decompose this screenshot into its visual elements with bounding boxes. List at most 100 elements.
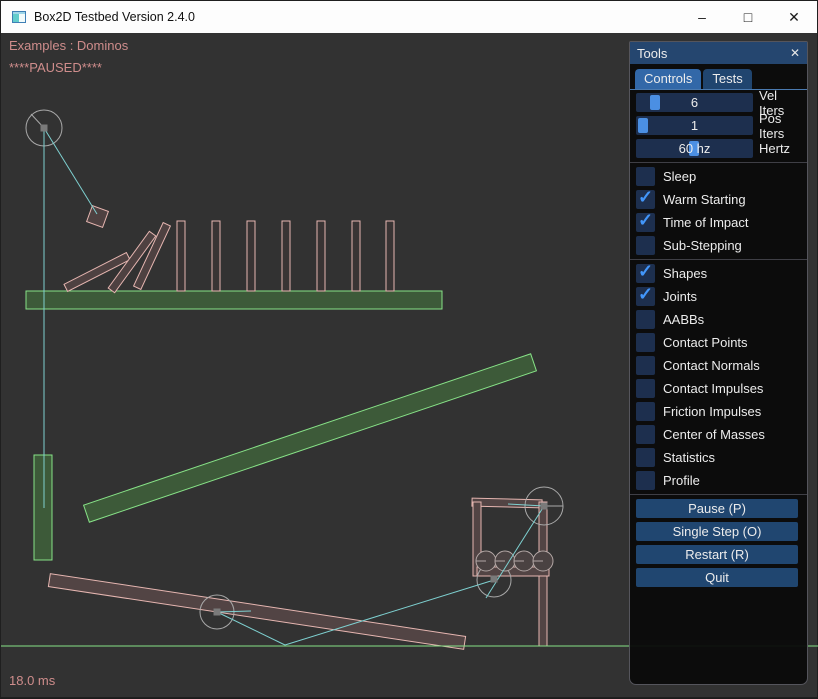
pause-p-button[interactable]: Pause (P) <box>636 499 798 518</box>
frame-top-bar <box>472 498 542 508</box>
tab-controls[interactable]: Controls <box>635 69 701 89</box>
checkbox-sub-stepping[interactable] <box>636 236 655 255</box>
checkbox-sleep[interactable] <box>636 167 655 186</box>
tools-tabbar: ControlsTests <box>630 64 807 90</box>
toggle-sleep: Sleep <box>636 167 801 186</box>
window-title: Box2D Testbed Version 2.4.0 <box>34 10 195 24</box>
toggle-label: Statistics <box>663 450 715 465</box>
slider-label: Pos Iters <box>759 111 801 141</box>
simulation-canvas[interactable]: Examples : Dominos ****PAUSED**** 18.0 m… <box>1 33 817 697</box>
checkbox-aabbs[interactable] <box>636 310 655 329</box>
checkbox-profile[interactable] <box>636 471 655 490</box>
domino <box>282 221 290 291</box>
tools-header[interactable]: Tools ✕ <box>630 42 807 64</box>
slider-pos-iters: 1Pos Iters <box>636 116 801 135</box>
domino <box>177 221 185 291</box>
checkbox-time-of-impact[interactable]: ✓ <box>636 213 655 232</box>
slider-track-hertz[interactable]: 60 hz <box>636 139 753 158</box>
checkbox-joints[interactable]: ✓ <box>636 287 655 306</box>
example-label: Examples : Dominos <box>9 38 128 53</box>
pendulum-bob <box>87 206 109 228</box>
close-icon[interactable]: ✕ <box>771 1 817 33</box>
maximize-icon[interactable]: □ <box>725 1 771 33</box>
domino <box>247 221 255 291</box>
frame-time-label: 18.0 ms <box>9 673 55 688</box>
toggle-profile: Profile <box>636 471 801 490</box>
toggle-center-of-masses: Center of Masses <box>636 425 801 444</box>
diagonal-plank <box>84 354 537 522</box>
single-step-o-button[interactable]: Single Step (O) <box>636 522 798 541</box>
slider-value: 60 hz <box>636 139 753 158</box>
checkbox-contact-normals[interactable] <box>636 356 655 375</box>
joint-frame-diagonal <box>486 506 544 598</box>
toggle-label: Center of Masses <box>663 427 765 442</box>
paused-label: ****PAUSED**** <box>9 60 102 75</box>
joint-anchor <box>41 125 48 132</box>
window-controls: – □ ✕ <box>679 1 817 33</box>
separator <box>630 494 807 495</box>
toggle-shapes: ✓ Shapes <box>636 264 801 283</box>
seesaw-plank <box>48 574 465 650</box>
app-icon <box>11 9 27 25</box>
toggle-label: Friction Impulses <box>663 404 761 419</box>
tools-body: 6Vel Iters1Pos Iters60 hzHertz Sleep✓War… <box>630 90 807 594</box>
checkbox-statistics[interactable] <box>636 448 655 467</box>
checkbox-center-of-masses[interactable] <box>636 425 655 444</box>
app-window: Box2D Testbed Version 2.4.0 – □ ✕ Exampl… <box>0 0 818 698</box>
toggle-label: Contact Normals <box>663 358 760 373</box>
toggle-warm-starting: ✓ Warm Starting <box>636 190 801 209</box>
toggle-label: Sleep <box>663 169 696 184</box>
check-icon: ✓ <box>638 261 653 282</box>
checkbox-friction-impulses[interactable] <box>636 402 655 421</box>
toggle-contact-normals: Contact Normals <box>636 356 801 375</box>
sliders-section: 6Vel Iters1Pos Iters60 hzHertz <box>636 93 801 158</box>
joint-anchor <box>214 609 221 616</box>
toggle-aabbs: AABBs <box>636 310 801 329</box>
toggle-contact-points: Contact Points <box>636 333 801 352</box>
toggle-label: Contact Impulses <box>663 381 763 396</box>
restart-r-button[interactable]: Restart (R) <box>636 545 798 564</box>
slider-track-pos-iters[interactable]: 1 <box>636 116 753 135</box>
panel-close-icon[interactable]: ✕ <box>790 46 800 60</box>
check-icon: ✓ <box>638 284 653 305</box>
toggle-sub-stepping: Sub-Stepping <box>636 236 801 255</box>
quit-button[interactable]: Quit <box>636 568 798 587</box>
toggle-label: Sub-Stepping <box>663 238 742 253</box>
minimize-icon[interactable]: – <box>679 1 725 33</box>
slider-track-vel-iters[interactable]: 6 <box>636 93 753 112</box>
toggle-label: Time of Impact <box>663 215 748 230</box>
vertical-plank <box>34 455 52 560</box>
toggle-label: Joints <box>663 289 697 304</box>
toggle-label: Warm Starting <box>663 192 746 207</box>
slider-label: Hertz <box>759 141 790 156</box>
draw-toggles-section: ✓ Shapes ✓ Joints AABBs Contact Points Contact… <box>636 264 801 490</box>
toggle-statistics: Statistics <box>636 448 801 467</box>
platform <box>26 291 442 309</box>
slider-value: 1 <box>636 116 753 135</box>
toggle-label: Contact Points <box>663 335 748 350</box>
toggle-label: Profile <box>663 473 700 488</box>
tab-tests[interactable]: Tests <box>703 69 751 89</box>
toggle-joints: ✓ Joints <box>636 287 801 306</box>
separator <box>630 162 807 163</box>
joint-anchor <box>491 576 498 583</box>
checkbox-contact-points[interactable] <box>636 333 655 352</box>
toggle-time-of-impact: ✓ Time of Impact <box>636 213 801 232</box>
toggle-label: Shapes <box>663 266 707 281</box>
titlebar: Box2D Testbed Version 2.4.0 – □ ✕ <box>1 1 817 33</box>
tools-title: Tools <box>637 46 667 61</box>
toggle-friction-impulses: Friction Impulses <box>636 402 801 421</box>
checkbox-shapes[interactable]: ✓ <box>636 264 655 283</box>
domino <box>212 221 220 291</box>
slider-hertz: 60 hz Hertz <box>636 139 801 158</box>
domino <box>386 221 394 291</box>
toggle-label: AABBs <box>663 312 704 327</box>
action-buttons-section: Pause (P) Single Step (O) Restart (R) Quit <box>636 499 801 587</box>
tools-panel: Tools ✕ ControlsTests 6Vel Iters1Pos Ite… <box>629 41 808 685</box>
checkbox-contact-impulses[interactable] <box>636 379 655 398</box>
check-icon: ✓ <box>638 210 653 231</box>
joint-anchor <box>541 503 548 510</box>
checkbox-warm-starting[interactable]: ✓ <box>636 190 655 209</box>
slider-value: 6 <box>636 93 753 112</box>
solver-toggles-section: Sleep ✓ Warm Starting ✓ Time of Impact Sub-St… <box>636 167 801 255</box>
